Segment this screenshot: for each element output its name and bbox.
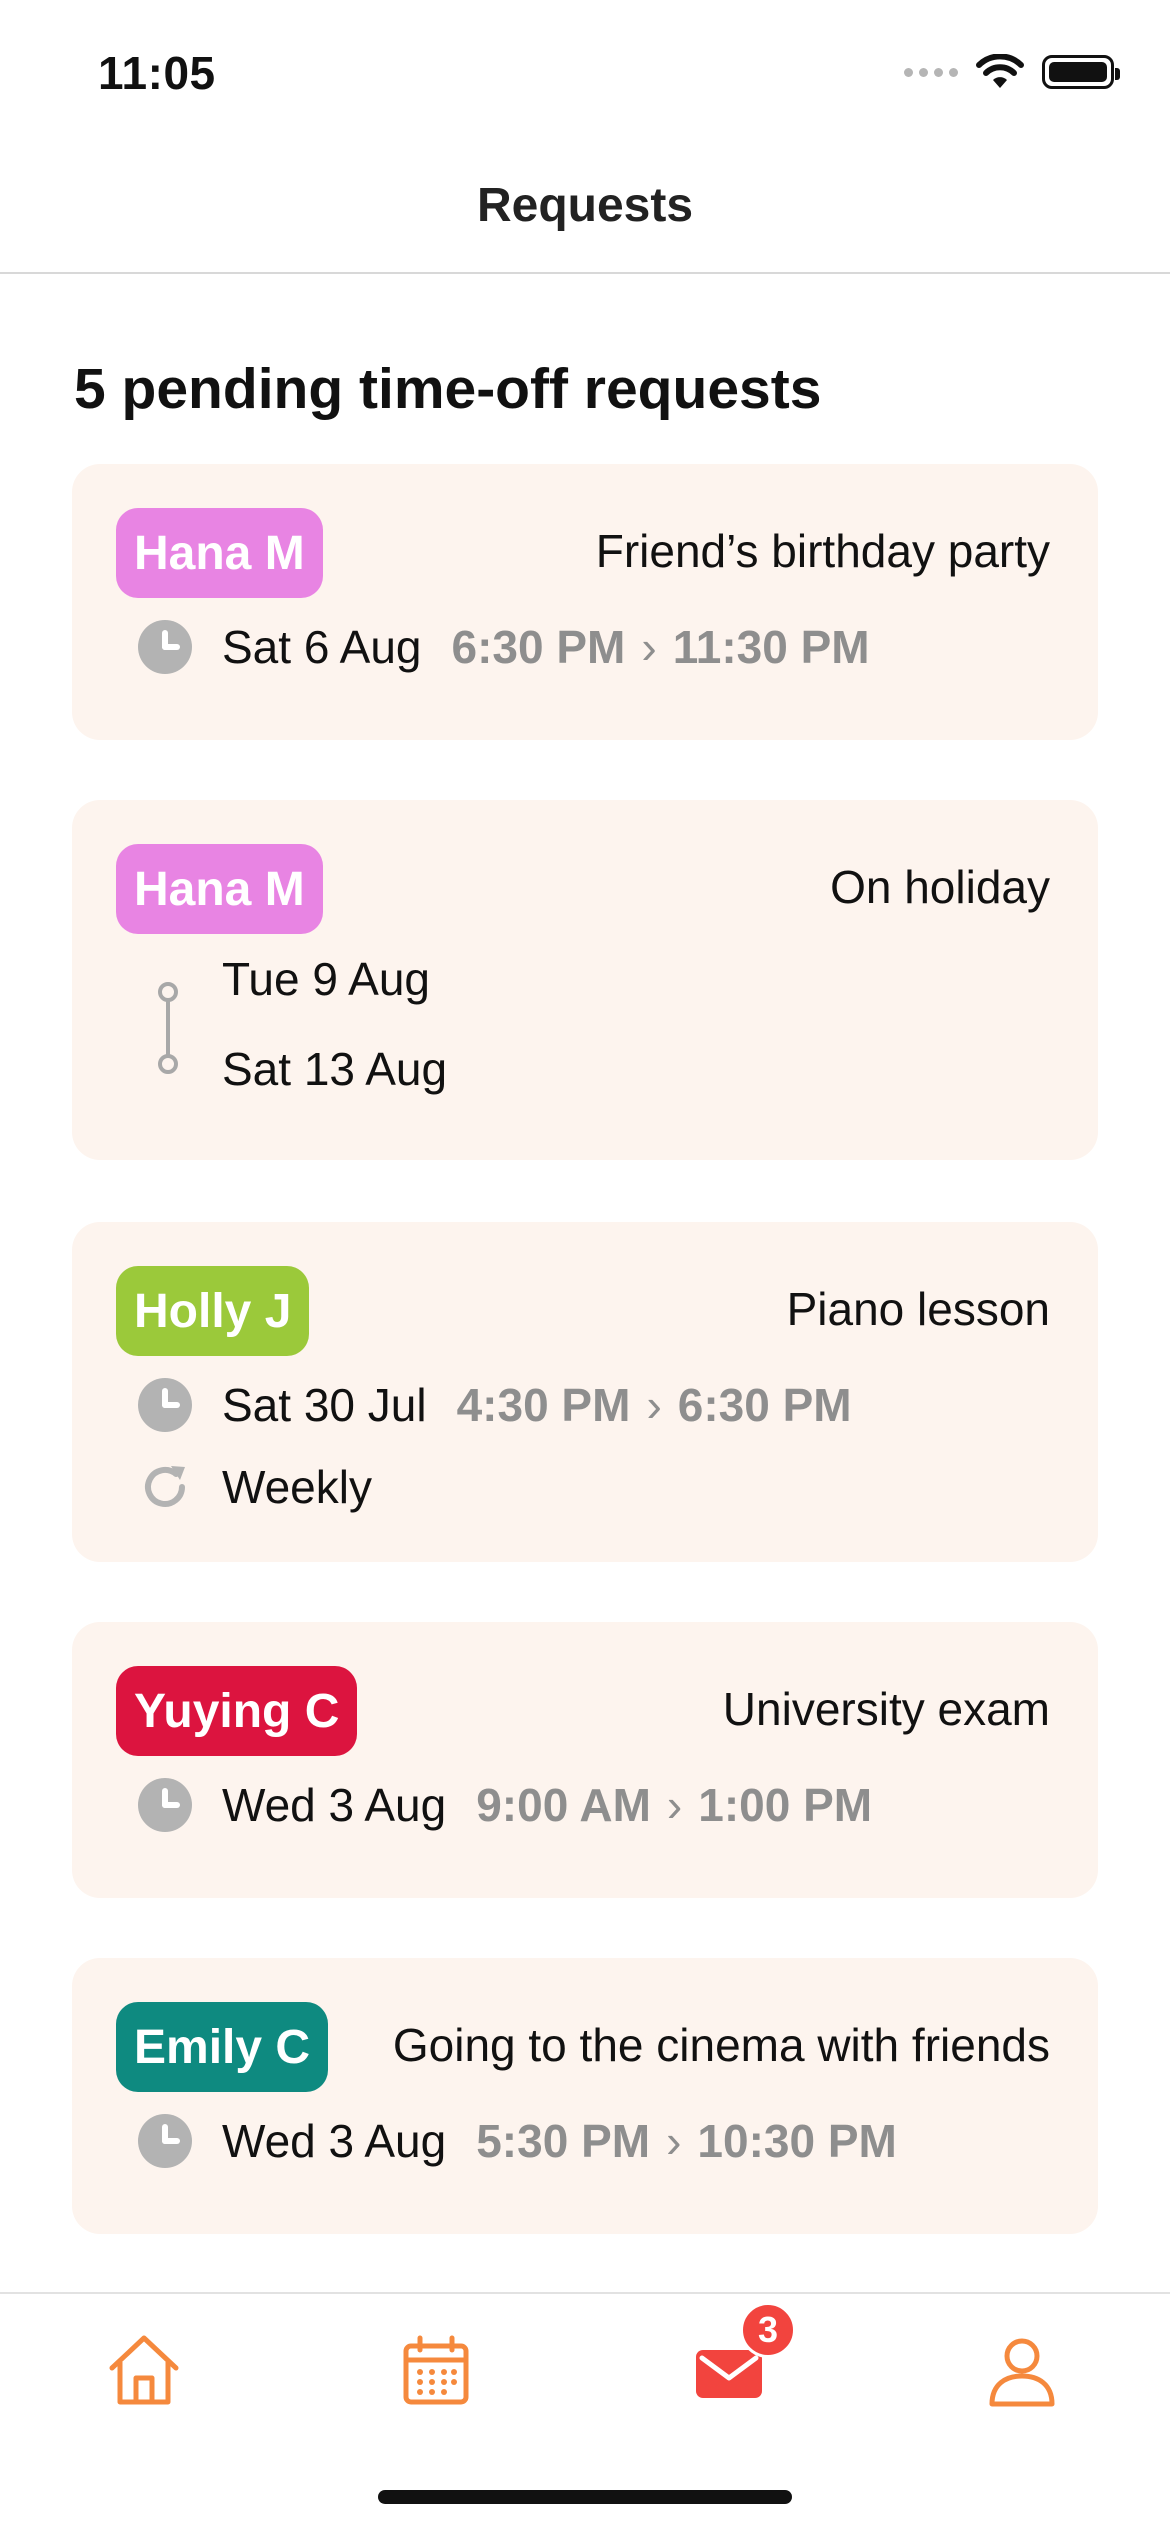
employee-name-badge: Emily C [116,2002,329,2092]
notification-badge: 3 [740,2302,796,2358]
range-end-date: Sat 13 Aug [222,1043,448,1095]
employee-name-badge: Hana M [116,844,323,934]
clock-icon [138,2114,192,2168]
request-card[interactable]: Hana M Friend’s birthday party Sat 6 Aug… [72,464,1098,740]
request-reason: On holiday [830,861,1050,913]
request-start-time: 9:00 AM [476,1779,651,1831]
request-start-time: 4:30 PM [456,1379,631,1431]
chevron-right-icon: › [666,1779,683,1831]
clock-icon [138,1378,192,1432]
request-time-row: Wed 3 Aug 9:00 AM › 1:00 PM [138,1778,872,1832]
pending-requests-heading: 5 pending time-off requests [74,357,822,421]
status-icons [904,54,1120,90]
request-reason: Going to the cinema with friends [392,2019,1050,2071]
request-end-time: 1:00 PM [698,1779,873,1831]
request-reason: Piano lesson [786,1283,1050,1335]
wifi-icon [976,54,1024,88]
range-start-date: Tue 9 Aug [222,953,431,1005]
request-end-time: 6:30 PM [677,1379,852,1431]
employee-name-badge: Yuying C [116,1666,358,1756]
status-bar: 11:05 [0,0,1170,140]
request-time-row: Wed 3 Aug 5:30 PM › 10:30 PM [138,2114,897,2168]
request-time-row: Sat 30 Jul 4:30 PM › 6:30 PM [138,1378,852,1432]
request-card[interactable]: Holly J Piano lesson Sat 30 Jul 4:30 PM … [72,1222,1098,1562]
repeat-frequency: Weekly [222,1461,372,1513]
clock-icon [138,1778,192,1832]
request-start-time: 5:30 PM [476,2115,651,2167]
clock-icon [138,620,192,674]
request-start-time: 6:30 PM [451,621,626,673]
request-card[interactable]: Yuying C University exam Wed 3 Aug 9:00 … [72,1622,1098,1898]
request-end-time: 10:30 PM [697,2115,897,2167]
chevron-right-icon: › [666,2115,682,2167]
request-date: Sat 30 Jul [222,1379,427,1431]
nav-divider [0,272,1170,274]
chevron-right-icon: › [646,1379,662,1431]
battery-icon [1042,55,1120,89]
repeat-icon [145,1466,185,1507]
request-card[interactable]: Emily C Going to the cinema with friends… [72,1958,1098,2234]
request-end-time: 11:30 PM [672,621,870,673]
request-card[interactable]: Hana M On holiday Tue 9 Aug Sat 13 Aug [72,800,1098,1160]
page-title: Requests [476,179,694,232]
employee-name-badge: Hana M [116,508,323,598]
status-time: 11:05 [98,47,216,99]
home-icon[interactable] [104,2330,184,2410]
request-repeat-row: Weekly [138,1460,402,1514]
cellular-signal-icon [904,67,958,77]
profile-icon[interactable] [982,2330,1062,2410]
employee-name-badge: Holly J [116,1266,310,1356]
request-time-row: Sat 6 Aug 6:30 PM › 11:30 PM [138,620,870,674]
chevron-right-icon: › [641,621,657,673]
request-reason: Friend’s birthday party [595,525,1050,577]
home-indicator [378,2490,792,2504]
request-date: Wed 3 Aug [222,1779,447,1831]
request-reason: University exam [722,1683,1050,1735]
calendar-icon[interactable] [396,2330,476,2410]
request-date: Wed 3 Aug [222,2115,447,2167]
date-range-connector-icon [158,982,178,1074]
request-date: Sat 6 Aug [222,621,422,673]
